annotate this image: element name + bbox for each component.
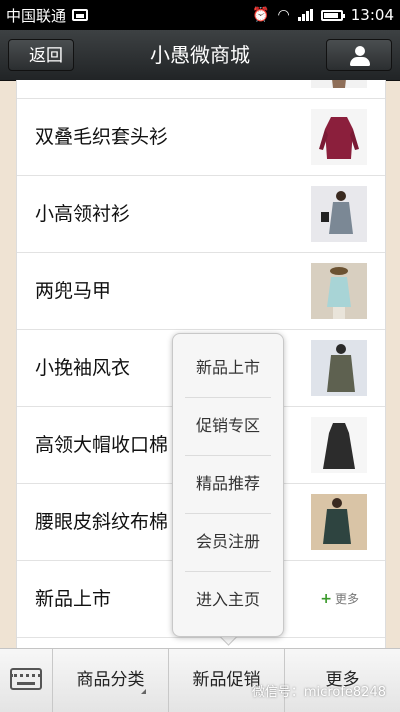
product-thumbnail — [311, 494, 367, 550]
tab-label: 商品分类 — [76, 670, 145, 690]
popup-item-new-arrivals[interactable]: 新品上市 — [173, 339, 283, 397]
list-item[interactable] — [17, 80, 385, 99]
more-label: 更多 — [334, 592, 359, 606]
popup-item-featured[interactable]: 精品推荐 — [173, 455, 283, 513]
product-thumbnail — [311, 109, 367, 165]
list-item[interactable]: 小高领衬衫 — [17, 176, 385, 253]
plus-icon: + — [320, 591, 332, 607]
keyboard-toggle-button[interactable] — [0, 649, 53, 712]
list-item-label: 两兜马甲 — [35, 280, 112, 302]
more-link[interactable]: + 更多 — [320, 561, 359, 637]
carrier-name: 中国联通 — [6, 6, 67, 25]
image-icon — [72, 9, 89, 21]
list-item-label: 双叠毛织套头衫 — [35, 126, 169, 148]
popup-item-register[interactable]: 会员注册 — [173, 513, 283, 571]
back-button[interactable]: 返回 — [8, 39, 74, 71]
battery-icon — [320, 9, 345, 21]
watermark: 微信号：microfe8248 — [251, 685, 386, 700]
keyboard-icon — [10, 668, 42, 690]
list-item[interactable]: 两兜马甲 — [17, 253, 385, 330]
list-item[interactable]: 双叠毛织套头衫 — [17, 99, 385, 176]
clock: 13:04 — [350, 6, 394, 24]
wifi-icon: ◠ — [277, 7, 290, 23]
product-thumbnail — [311, 186, 367, 242]
list-item-label: 小高领衬衫 — [35, 203, 131, 225]
product-thumbnail — [311, 80, 367, 88]
list-item-label: 高领大帽收口棉 — [35, 434, 169, 456]
popup-item-promotions[interactable]: 促销专区 — [173, 397, 283, 455]
submenu-indicator-icon — [141, 689, 146, 694]
list-item-label: 小挽袖风衣 — [35, 357, 131, 379]
signal-icon — [297, 9, 313, 21]
popup-item-homepage[interactable]: 进入主页 — [173, 571, 283, 629]
product-thumbnail — [311, 417, 367, 473]
title-bar: 小愚微商城 返回 — [0, 30, 400, 81]
product-thumbnail — [311, 263, 367, 319]
alarm-icon: ⏰ — [252, 7, 270, 23]
product-thumbnail — [311, 340, 367, 396]
profile-button[interactable] — [326, 39, 392, 71]
list-item-label: 腰眼皮斜纹布棉 — [35, 511, 169, 533]
popup-menu: 新品上市 促销专区 精品推荐 会员注册 进入主页 — [172, 333, 284, 637]
bottom-menu-bar: 商品分类 新品促销 更多 — [0, 648, 400, 712]
list-item-label: 新品上市 — [35, 588, 112, 610]
tab-label: 新品促销 — [192, 670, 261, 690]
tab-categories[interactable]: 商品分类 — [53, 649, 169, 712]
status-bar: 中国联通 ⏰ ◠ 13:04 — [0, 0, 400, 30]
